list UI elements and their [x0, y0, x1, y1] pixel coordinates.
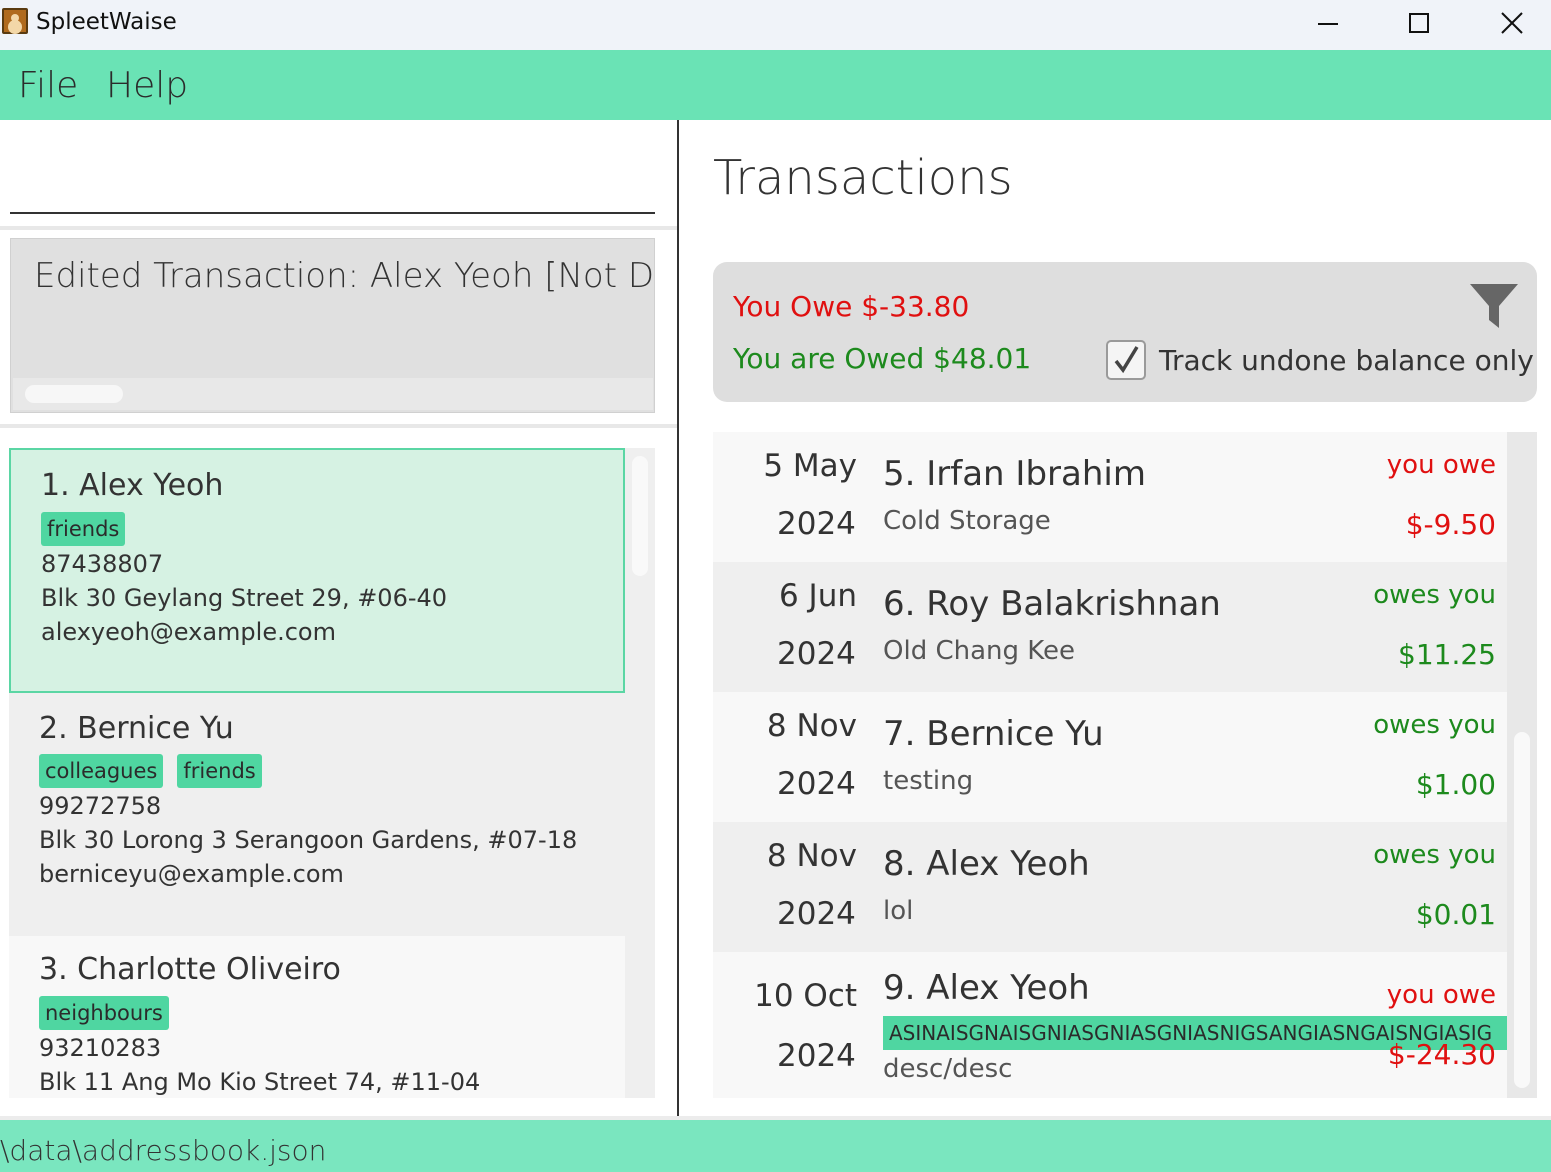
transaction-status: you owe	[1386, 980, 1496, 1010]
you-owe-total: You Owe $-33.80	[733, 290, 970, 323]
you-are-owed-total: You are Owed $48.01	[733, 342, 1032, 375]
person-list: 1. Alex Yeoh friends 87438807 Blk 30 Gey…	[9, 448, 625, 1098]
scrollbar-thumb[interactable]	[1514, 732, 1530, 1088]
result-horizontal-scrollbar[interactable]	[13, 378, 653, 410]
transaction-day: 6 Jun	[778, 578, 857, 614]
transactions-title: Transactions	[713, 150, 1013, 206]
person-tags: friends	[41, 512, 126, 546]
panel-divider[interactable]	[677, 120, 679, 1118]
person-address: Blk 11 Ang Mo Kio Street 74, #11-04	[39, 1068, 481, 1096]
transaction-list: 5 May 2024 5. Irfan Ibrahim Cold Storage…	[713, 432, 1507, 1098]
minimize-icon	[1318, 23, 1338, 25]
track-undone-checkbox[interactable]	[1106, 340, 1146, 380]
person-phone: 93210283	[39, 1034, 162, 1062]
person-card[interactable]: 2. Bernice Yu colleagues friends 9927275…	[9, 693, 625, 936]
person-tags: neighbours	[39, 996, 169, 1030]
transaction-person: 6. Roy Balakrishnan	[883, 584, 1221, 624]
person-address: Blk 30 Geylang Street 29, #06-40	[41, 584, 448, 612]
minimize-button[interactable]	[1298, 0, 1358, 46]
transaction-day: 5 May	[763, 448, 857, 484]
menu-help[interactable]: Help	[106, 65, 188, 106]
track-undone-label[interactable]: Track undone balance only	[1159, 344, 1534, 377]
transaction-amount: $11.25	[1398, 638, 1496, 671]
transaction-status: you owe	[1386, 450, 1496, 480]
transaction-year: 2024	[777, 506, 856, 542]
result-display: Edited Transaction: Alex Yeoh [Not Done]…	[10, 238, 655, 413]
person-name: 1. Alex Yeoh	[41, 468, 224, 503]
person-card[interactable]: 1. Alex Yeoh friends 87438807 Blk 30 Gey…	[9, 448, 625, 693]
transaction-description: lol	[883, 896, 914, 926]
transaction-description: Old Chang Kee	[883, 636, 1076, 666]
window-title: SpleetWaise	[36, 9, 177, 35]
balance-summary: You Owe $-33.80 You are Owed $48.01 Trac…	[713, 262, 1537, 402]
transaction-status: owes you	[1373, 710, 1496, 740]
transaction-amount: $0.01	[1415, 898, 1496, 931]
maximize-button[interactable]	[1389, 0, 1449, 46]
status-bar: \data\addressbook.json	[0, 1120, 1551, 1172]
separator	[0, 424, 677, 428]
separator	[0, 226, 677, 230]
person-email: alexyeoh@example.com	[41, 618, 336, 646]
person-email: berniceyu@example.com	[39, 860, 344, 888]
transaction-description: testing	[883, 766, 974, 796]
transaction-day: 8 Nov	[766, 708, 857, 744]
person-name: 3. Charlotte Oliveiro	[39, 952, 341, 987]
command-input[interactable]	[10, 130, 655, 214]
transaction-year: 2024	[777, 766, 856, 802]
transaction-year: 2024	[777, 896, 856, 932]
transaction-amount: $1.00	[1415, 768, 1496, 801]
title-bar: SpleetWaise	[0, 0, 1551, 50]
transaction-row[interactable]: 5 May 2024 5. Irfan Ibrahim Cold Storage…	[713, 432, 1507, 562]
transaction-year: 2024	[777, 636, 856, 672]
tag-badge: friends	[177, 754, 262, 788]
scrollbar-thumb[interactable]	[632, 456, 648, 576]
transaction-person: 9. Alex Yeoh	[883, 968, 1090, 1008]
addressbook-icon	[2, 8, 28, 34]
close-icon	[1501, 12, 1523, 34]
person-phone: 87438807	[41, 550, 164, 578]
person-name: 2. Bernice Yu	[39, 711, 234, 746]
tag-badge: colleagues	[39, 754, 164, 788]
close-button[interactable]	[1482, 0, 1542, 46]
save-file-path: \data\addressbook.json	[0, 1134, 327, 1167]
transaction-row[interactable]: 6 Jun 2024 6. Roy Balakrishnan Old Chang…	[713, 562, 1507, 692]
transaction-year: 2024	[777, 1038, 856, 1074]
transaction-person: 5. Irfan Ibrahim	[883, 454, 1146, 494]
transaction-amount: $-24.30	[1387, 1038, 1496, 1071]
transaction-day: 8 Nov	[766, 838, 857, 874]
transaction-row[interactable]: 10 Oct 2024 9. Alex Yeoh you owe ASINAIS…	[713, 952, 1507, 1098]
transaction-description: Cold Storage	[883, 506, 1051, 536]
transaction-row[interactable]: 8 Nov 2024 7. Bernice Yu testing owes yo…	[713, 692, 1507, 822]
person-tags: colleagues friends	[39, 754, 262, 788]
result-text: Edited Transaction: Alex Yeoh [Not Done]…	[34, 256, 655, 296]
transaction-status: owes you	[1373, 840, 1496, 870]
tag-badge: neighbours	[39, 996, 169, 1030]
person-card[interactable]: 3. Charlotte Oliveiro neighbours 9321028…	[9, 936, 625, 1098]
transaction-day: 10 Oct	[754, 978, 857, 1014]
menu-file[interactable]: File	[18, 65, 78, 106]
transaction-person: 7. Bernice Yu	[883, 714, 1104, 754]
person-phone: 99272758	[39, 792, 162, 820]
transaction-description: desc/desc	[883, 1054, 1013, 1084]
transaction-amount: $-9.50	[1405, 508, 1496, 541]
scrollbar-thumb[interactable]	[25, 385, 123, 403]
checkmark-icon	[1114, 346, 1139, 374]
tag-badge: friends	[41, 512, 126, 546]
transaction-status: owes you	[1373, 580, 1496, 610]
person-list-scrollbar[interactable]	[625, 448, 655, 1098]
transaction-row[interactable]: 8 Nov 2024 8. Alex Yeoh lol owes you $0.…	[713, 822, 1507, 952]
transaction-person: 8. Alex Yeoh	[883, 844, 1090, 884]
maximize-icon	[1409, 13, 1429, 33]
person-address: Blk 30 Lorong 3 Serangoon Gardens, #07-1…	[39, 826, 578, 854]
transaction-list-scrollbar[interactable]	[1507, 432, 1537, 1098]
filter-icon[interactable]	[1468, 280, 1520, 332]
menu-bar: File Help	[0, 50, 1551, 120]
